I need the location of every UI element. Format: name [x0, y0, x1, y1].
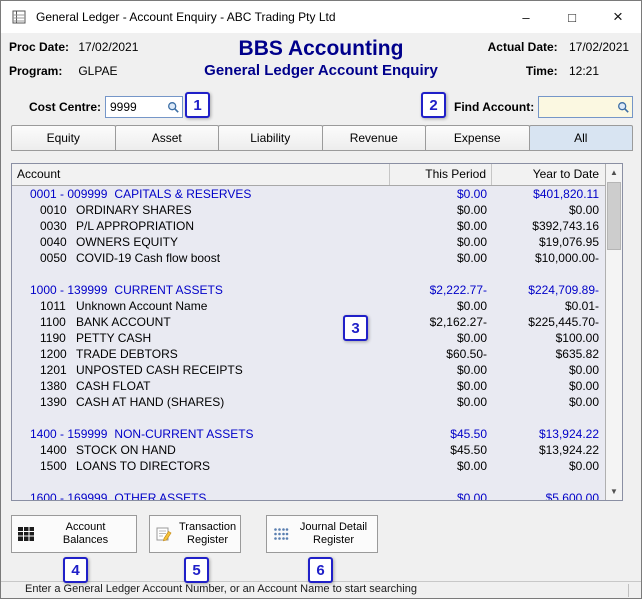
find-account-field[interactable]	[538, 96, 633, 118]
dot-grid-icon	[273, 527, 289, 541]
tab-bar: Equity Asset Liability Revenue Expense All	[11, 125, 633, 151]
account-row[interactable]: 0010 ORDINARY SHARES $0.00 $0.00	[12, 202, 605, 218]
account-row[interactable]: 1380 CASH FLOAT $0.00 $0.00	[12, 378, 605, 394]
scrollbar-thumb[interactable]	[607, 182, 621, 250]
account-balances-button[interactable]: Account Balances	[11, 515, 137, 553]
actual-date-label: Actual Date:	[487, 40, 558, 54]
account-row[interactable]: 1201 UNPOSTED CASH RECEIPTS $0.00 $0.00	[12, 362, 605, 378]
table-header: Account This Period Year to Date	[12, 164, 605, 186]
grid-icon	[18, 527, 34, 541]
account-row[interactable]: 1200 TRADE DEBTORS $60.50- $635.82	[12, 346, 605, 362]
account-row[interactable]: 1390 CASH AT HAND (SHARES) $0.00 $0.00	[12, 394, 605, 410]
group-row[interactable]: 1600 - 169999 OTHER ASSETS $0.00 $5,600.00	[12, 490, 605, 500]
minimize-button[interactable]: –	[503, 1, 549, 33]
header-center: BBS Accounting General Ledger Account En…	[204, 37, 438, 80]
account-table: Account This Period Year to Date 0001 - …	[11, 163, 623, 501]
transaction-register-label-line2: Register	[187, 534, 229, 546]
journal-detail-register-label-line1: Journal Detail	[299, 521, 368, 533]
proc-date-value: 17/02/2021	[78, 40, 139, 54]
account-row[interactable]: 1011 Unknown Account Name $0.00 $0.01-	[12, 298, 605, 314]
account-row[interactable]: 0050 COVID-19 Cash flow boost $0.00 $10,000…	[12, 250, 605, 266]
cost-centre-label: Cost Centre:	[29, 100, 102, 114]
window-title: General Ledger - Account Enquiry - ABC T…	[36, 10, 336, 24]
scroll-up-icon[interactable]: ▲	[606, 164, 622, 181]
cost-centre-field[interactable]	[105, 96, 183, 118]
spacer-row	[12, 266, 605, 282]
tab-revenue[interactable]: Revenue	[321, 125, 426, 151]
column-account[interactable]: Account	[12, 164, 390, 185]
journal-detail-register-label-line2: Register	[313, 534, 354, 546]
header-right: Actual Date: 17/02/2021 Time: 12:21	[476, 39, 633, 87]
column-this-period[interactable]: This Period	[390, 164, 492, 185]
group-row[interactable]: 1400 - 159999 NON-CURRENT ASSETS $45.50 $13…	[12, 426, 605, 442]
callout-5: 5	[184, 557, 209, 583]
account-row[interactable]: 1400 STOCK ON HAND $45.50 $13,924.22	[12, 442, 605, 458]
page-title: General Ledger Account Enquiry	[204, 62, 438, 79]
callout-1: 1	[185, 92, 210, 118]
app-icon	[11, 9, 27, 25]
app-title: BBS Accounting	[238, 37, 404, 60]
vertical-scrollbar[interactable]: ▲ ▼	[605, 164, 622, 500]
callout-3: 3	[343, 315, 368, 341]
transaction-register-label-line1: Transaction	[179, 521, 237, 533]
resize-grip[interactable]	[628, 584, 629, 597]
close-button[interactable]: ×	[595, 1, 641, 33]
actual-date-value: 17/02/2021	[569, 40, 630, 54]
column-year-to-date[interactable]: Year to Date	[492, 164, 605, 185]
spacer-row	[12, 410, 605, 426]
maximize-button[interactable]: □	[549, 1, 595, 33]
group-row[interactable]: 1000 - 139999 CURRENT ASSETS $2,222.77- $22…	[12, 282, 605, 298]
account-row[interactable]: 1190 PETTY CASH $0.00 $100.00	[12, 330, 605, 346]
tab-liability[interactable]: Liability	[218, 125, 323, 151]
callout-2: 2	[421, 92, 446, 118]
cost-centre-input[interactable]	[106, 98, 165, 116]
account-balances-label-line2: Balances	[62, 534, 109, 546]
window-controls: – □ ×	[503, 1, 641, 33]
tab-asset[interactable]: Asset	[114, 125, 219, 151]
tab-expense[interactable]: Expense	[425, 125, 530, 151]
header-left: Proc Date: 17/02/2021 Program: GLPAE	[9, 39, 138, 87]
account-balances-label-line1: Account	[65, 521, 106, 533]
account-row[interactable]: 1500 LOANS TO DIRECTORS $0.00 $0.00	[12, 458, 605, 474]
account-row[interactable]: 0040 OWNERS EQUITY $0.00 $19,076.95	[12, 234, 605, 250]
note-pencil-icon	[156, 527, 172, 542]
find-account-label: Find Account:	[454, 100, 535, 114]
program-value: GLPAE	[78, 64, 118, 78]
time-value: 12:21	[569, 64, 600, 78]
search-icon[interactable]	[165, 97, 182, 117]
search-icon[interactable]	[615, 97, 632, 117]
account-row[interactable]: 1100 BANK ACCOUNT $2,162.27- $225,445.70-	[12, 314, 605, 330]
titlebar: General Ledger - Account Enquiry - ABC T…	[1, 1, 641, 33]
tab-all[interactable]: All	[528, 125, 633, 151]
proc-date-label: Proc Date:	[9, 40, 70, 54]
program-label: Program:	[9, 64, 63, 78]
app-window: General Ledger - Account Enquiry - ABC T…	[0, 0, 642, 599]
callout-6: 6	[308, 557, 333, 583]
spacer-row	[12, 474, 605, 490]
scroll-down-icon[interactable]: ▼	[606, 483, 622, 500]
find-account-input[interactable]	[539, 98, 615, 116]
tab-equity[interactable]: Equity	[11, 125, 116, 151]
group-row[interactable]: 0001 - 009999 CAPITALS & RESERVES $0.00 $40…	[12, 186, 605, 202]
status-bar: Enter a General Ledger Account Number, o…	[1, 581, 641, 598]
status-text: Enter a General Ledger Account Number, o…	[25, 583, 417, 595]
account-row[interactable]: 0030 P/L APPROPRIATION $0.00 $392,743.16	[12, 218, 605, 234]
time-label: Time:	[525, 64, 558, 78]
transaction-register-button[interactable]: Transaction Register	[149, 515, 241, 553]
callout-4: 4	[63, 557, 88, 583]
journal-detail-register-button[interactable]: Journal Detail Register	[266, 515, 378, 553]
account-table-body: 0001 - 009999 CAPITALS & RESERVES $0.00 $40…	[12, 186, 605, 500]
